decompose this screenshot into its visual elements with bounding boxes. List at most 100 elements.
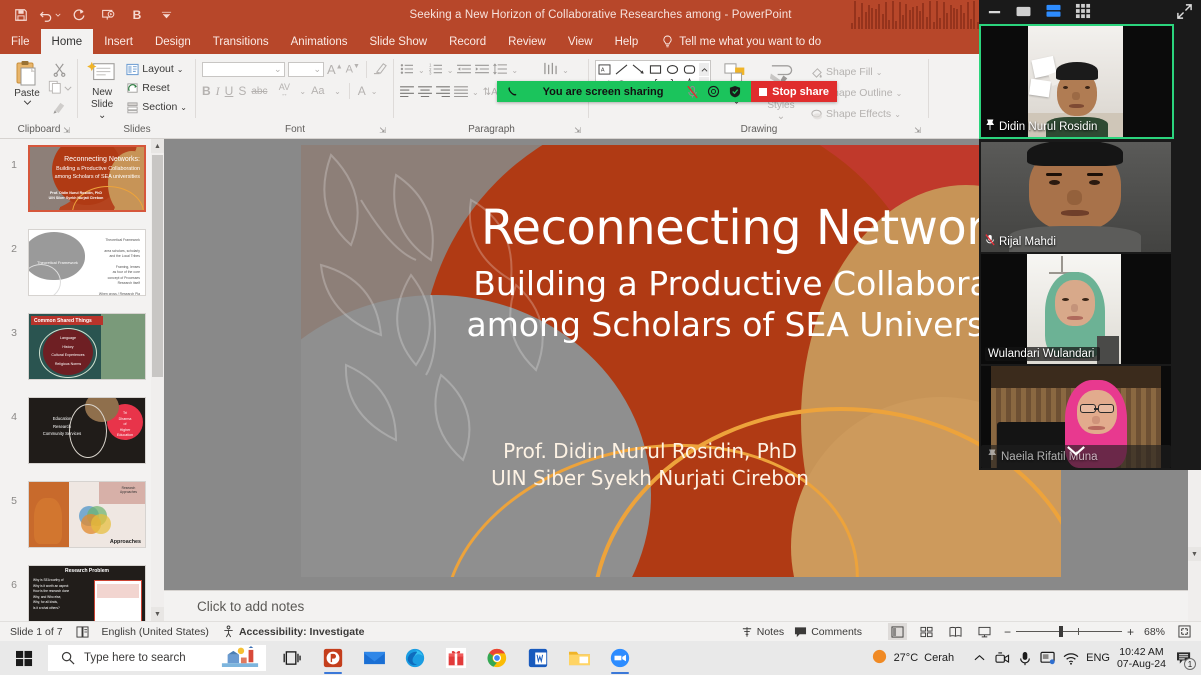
save-icon[interactable]: [8, 3, 34, 27]
align-left-button[interactable]: [400, 85, 414, 100]
stop-share-button[interactable]: Stop share: [751, 81, 837, 102]
align-right-button[interactable]: [436, 85, 450, 100]
windows-start-icon[interactable]: [0, 641, 48, 675]
zoom-slider[interactable]: − +: [1004, 625, 1134, 639]
stage-scroll-down-arrow[interactable]: ▼: [1188, 547, 1201, 561]
character-spacing-button[interactable]: AV ↔: [274, 83, 294, 99]
thumbnail-row[interactable]: 2 Theoretical Framework Theoretical Framew…: [0, 229, 164, 313]
thumbnail-slide-1[interactable]: Reconnecting Networks: Building a Product…: [28, 145, 146, 212]
line-shape[interactable]: [614, 63, 629, 76]
increase-indent-button[interactable]: [475, 63, 490, 78]
thumbnail-slide-5[interactable]: Research Approaches Approaches: [28, 481, 146, 548]
shapes-scroll-up[interactable]: [699, 63, 709, 76]
tab-home[interactable]: Home: [40, 29, 94, 54]
notes-button[interactable]: Notes: [741, 626, 784, 638]
normal-view-button[interactable]: [887, 623, 907, 640]
tab-insert[interactable]: Insert: [93, 29, 144, 54]
thumbnail-row[interactable]: 3 Common Shared Things Language History Cult…: [0, 313, 164, 397]
word-taskbar-icon[interactable]: [518, 641, 558, 675]
file-explorer-taskbar-icon[interactable]: [559, 641, 599, 675]
single-view-button[interactable]: [1015, 5, 1032, 18]
input-language[interactable]: ENG: [1086, 652, 1110, 664]
italic-button[interactable]: I: [216, 84, 220, 99]
thumbnail-slide-2[interactable]: Theoretical Framework Theoretical Framewo…: [28, 229, 146, 296]
powerpoint-taskbar-icon[interactable]: [313, 641, 353, 675]
redo-icon[interactable]: [66, 3, 92, 27]
font-color-button[interactable]: A: [358, 84, 366, 98]
reset-button[interactable]: Reset: [122, 80, 190, 96]
reading-view-button[interactable]: [946, 623, 965, 640]
participant-tile-1[interactable]: Didin Nurul Rosidin: [979, 24, 1174, 139]
notification-icon[interactable]: 1: [1173, 647, 1196, 670]
tab-help[interactable]: Help: [604, 29, 650, 54]
shield-icon[interactable]: [724, 85, 745, 98]
shape-effects-button[interactable]: Shape Effects ⌄: [806, 106, 905, 122]
fit-to-window-icon[interactable]: [1175, 623, 1194, 640]
clock[interactable]: 10:42 AM 07-Aug-24: [1117, 646, 1166, 671]
strikethrough-button[interactable]: abc: [251, 86, 269, 97]
slide-title[interactable]: Reconnecting Networks:: [301, 200, 1054, 256]
chevron-down-icon[interactable]: [1066, 444, 1086, 462]
tab-design[interactable]: Design: [144, 29, 202, 54]
screen-share-icon[interactable]: [1040, 650, 1056, 666]
arrow-shape[interactable]: [631, 63, 646, 76]
gift-taskbar-icon[interactable]: [436, 641, 476, 675]
decrease-font-size-button[interactable]: A▼: [346, 63, 361, 76]
microphone-muted-icon[interactable]: [682, 85, 703, 99]
text-direction-button[interactable]: ⇅A: [483, 87, 498, 98]
minimize-button[interactable]: [987, 5, 1002, 17]
increase-font-size-button[interactable]: A▲: [327, 62, 343, 77]
zoom-slider-thumb[interactable]: [1058, 626, 1063, 637]
zoom-meeting-panel[interactable]: Didin Nurul Rosidin Rijal Mahdi Wulandar…: [979, 0, 1201, 470]
oval-shape[interactable]: [665, 63, 680, 76]
participant-tile-4[interactable]: Naeila Rifatil Muna: [981, 366, 1171, 468]
paste-button[interactable]: Paste: [6, 58, 48, 107]
taskbar-apps[interactable]: [266, 641, 640, 675]
justify-button[interactable]: [454, 85, 468, 100]
shape-fill-button[interactable]: Shape Fill ⌄: [806, 64, 905, 80]
tell-me-search[interactable]: Tell me what you want to do: [649, 29, 821, 54]
zoom-taskbar-icon[interactable]: [600, 641, 640, 675]
font-size-combo[interactable]: ⌄: [287, 62, 325, 77]
chrome-taskbar-icon[interactable]: [477, 641, 517, 675]
bold-button[interactable]: B: [202, 84, 211, 98]
edge-taskbar-icon[interactable]: [395, 641, 435, 675]
fullscreen-button[interactable]: [1176, 3, 1193, 20]
split-view-button[interactable]: [1045, 4, 1062, 18]
tab-record[interactable]: Record: [438, 29, 497, 54]
tab-transitions[interactable]: Transitions: [202, 29, 280, 54]
bullets-button[interactable]: [400, 63, 414, 78]
task-view-icon[interactable]: [272, 641, 312, 675]
tab-file[interactable]: File: [0, 29, 41, 54]
zoom-level-label[interactable]: 68%: [1144, 626, 1165, 638]
change-case-button[interactable]: Aa: [311, 85, 329, 97]
slide-show-view-button[interactable]: [975, 623, 994, 640]
thumbnail-row[interactable]: 5 Research Approaches Approaches: [0, 481, 164, 565]
clear-formatting-button[interactable]: [373, 61, 388, 78]
wifi-icon[interactable]: [1063, 650, 1079, 666]
participant-tile-3[interactable]: Wulandari Wulandari: [981, 254, 1171, 364]
thumbnail-slide-6[interactable]: Research Problem Why is SEA worthy of Why …: [28, 565, 146, 621]
weather-widget[interactable]: 27°C Cerah: [871, 648, 954, 668]
screen-share-banner[interactable]: You are screen sharing Stop share: [497, 81, 837, 102]
numbering-button[interactable]: 123: [429, 62, 443, 78]
font-dialog-launcher[interactable]: ⇲: [379, 126, 386, 135]
bold-quick-icon[interactable]: B: [124, 3, 150, 27]
zoom-out-button[interactable]: −: [1004, 625, 1011, 639]
line-spacing-button[interactable]: [493, 62, 508, 78]
thumbnail-slide-4[interactable]: Tri Dharma of Higher Education Education Resea…: [28, 397, 146, 464]
cut-button[interactable]: [48, 61, 70, 78]
quick-access-toolbar[interactable]: B: [8, 0, 179, 29]
thumbnail-row[interactable]: 6 Research Problem Why is SEA worthy of Why…: [0, 565, 164, 621]
rounded-rect-shape[interactable]: [682, 63, 697, 76]
tray-chevron-up-icon[interactable]: [971, 650, 987, 666]
customize-qat-icon[interactable]: [153, 3, 179, 27]
camera-icon[interactable]: [994, 650, 1010, 666]
thumbnail-slide-3[interactable]: Common Shared Things Language History Cultu…: [28, 313, 146, 380]
tab-view[interactable]: View: [557, 29, 604, 54]
drawing-dialog-launcher[interactable]: ⇲: [914, 126, 921, 135]
slide-sorter-view-button[interactable]: [917, 623, 936, 640]
thumbnail-row[interactable]: 1 Reconnecting Networks: Building a Produc…: [0, 145, 164, 229]
text-shadow-button[interactable]: S: [238, 84, 246, 98]
zoom-in-button[interactable]: +: [1127, 625, 1134, 639]
